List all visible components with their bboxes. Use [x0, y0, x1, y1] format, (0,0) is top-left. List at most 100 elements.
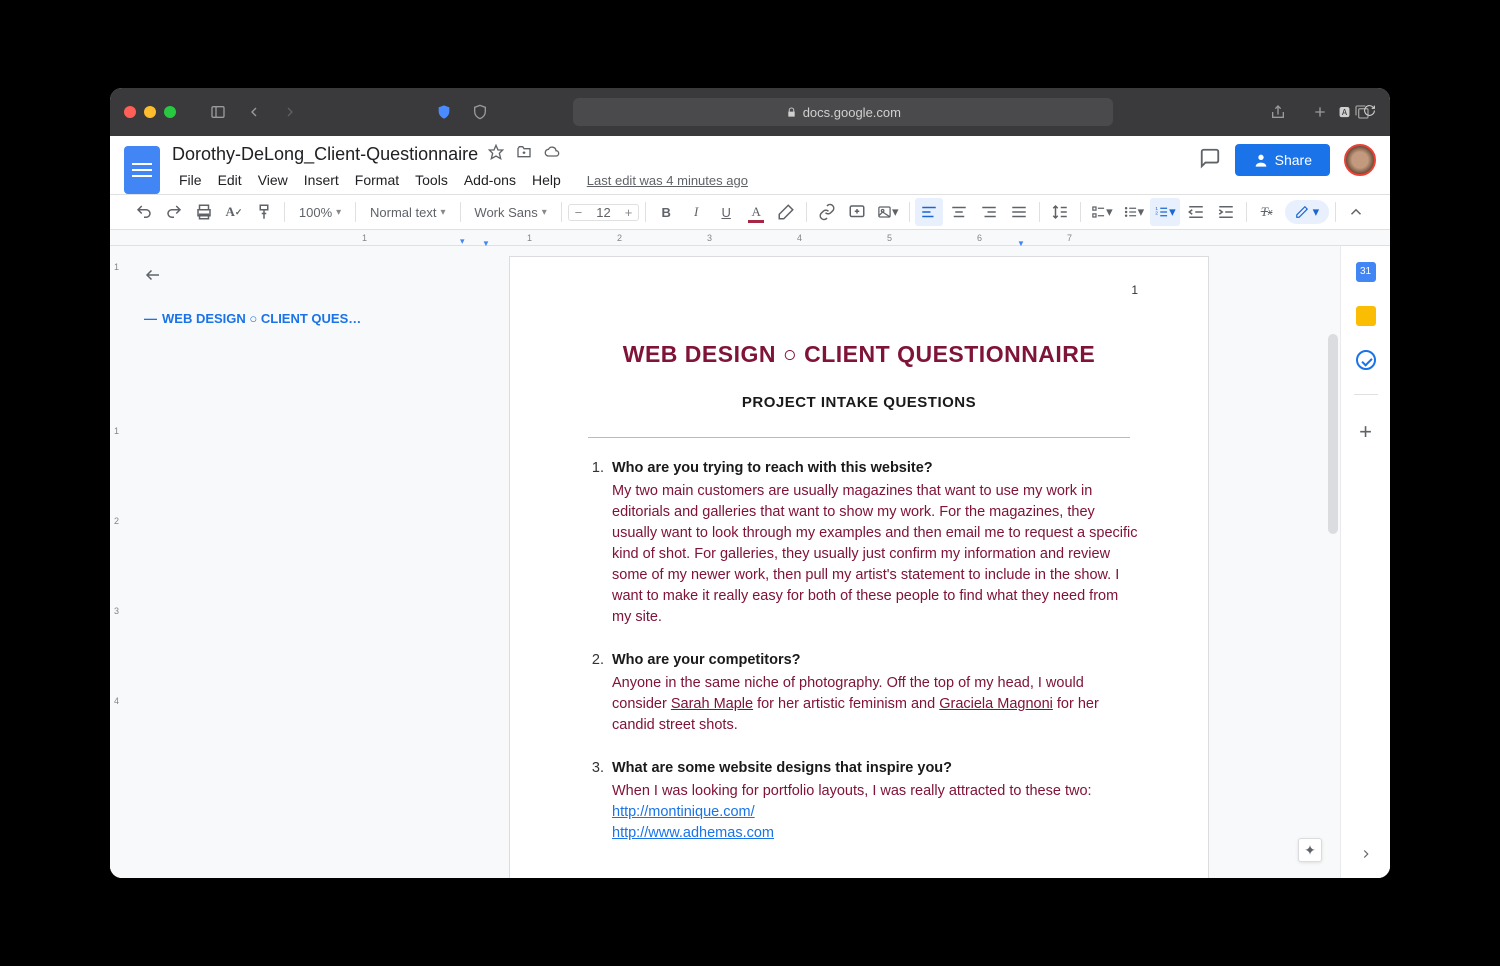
vertical-ruler[interactable]: 11234 [110, 246, 130, 878]
page-number: 1 [1131, 283, 1138, 297]
font-dropdown[interactable]: Work Sans [466, 205, 554, 220]
hide-sidepanel-icon[interactable] [1359, 847, 1373, 866]
checklist-button[interactable]: ▾ [1087, 198, 1117, 226]
collapse-toolbar-button[interactable] [1342, 198, 1370, 226]
reload-icon[interactable] [1363, 104, 1376, 120]
maximize-window-button[interactable] [164, 106, 176, 118]
vertical-scrollbar[interactable] [1328, 334, 1338, 534]
share-label: Share [1275, 152, 1312, 168]
align-right-button[interactable] [975, 198, 1003, 226]
horizontal-ruler[interactable]: 1 1 2 3 4 5 6 7 ▾ ▼ ▼ [110, 230, 1390, 246]
svg-text:2: 2 [1155, 210, 1158, 216]
text-link[interactable]: Graciela Magnoni [939, 696, 1053, 712]
outline-close-icon[interactable] [144, 266, 364, 289]
comment-button[interactable] [843, 198, 871, 226]
docs-logo-icon[interactable] [124, 146, 160, 194]
list-item[interactable]: What are some website designs that inspi… [608, 758, 1138, 844]
font-size-decrease[interactable]: − [569, 205, 589, 220]
question-text: Who are your competitors? [612, 650, 1138, 671]
menu-tools[interactable]: Tools [408, 169, 455, 191]
print-button[interactable] [190, 198, 218, 226]
menu-file[interactable]: File [172, 169, 209, 191]
address-bar[interactable]: docs.google.com 🅰 [573, 98, 1113, 126]
editing-mode-button[interactable]: ▾ [1285, 200, 1330, 224]
font-size-control: − 12 + [568, 204, 640, 221]
font-size-value[interactable]: 12 [588, 205, 618, 220]
bulleted-list-button[interactable]: ▾ [1119, 198, 1149, 226]
back-button[interactable] [240, 100, 268, 124]
align-justify-button[interactable] [1005, 198, 1033, 226]
answer-text: My two main customers are usually magazi… [612, 481, 1138, 628]
main-area: 11234 WEB DESIGN ○ CLIENT QUES… 1 WEB DE… [110, 246, 1390, 878]
indent-increase-button[interactable] [1212, 198, 1240, 226]
link-button[interactable] [813, 198, 841, 226]
answer-text: Anyone in the same niche of photography.… [612, 673, 1138, 736]
numbered-list-button[interactable]: 12▾ [1150, 198, 1180, 226]
explore-button[interactable]: ✦ [1298, 838, 1322, 862]
minimize-window-button[interactable] [144, 106, 156, 118]
calendar-icon[interactable]: 31 [1356, 262, 1376, 282]
menu-help[interactable]: Help [525, 169, 568, 191]
image-button[interactable]: ▾ [873, 198, 903, 226]
star-icon[interactable] [488, 144, 504, 165]
paint-format-button[interactable] [250, 198, 278, 226]
move-icon[interactable] [516, 144, 532, 165]
menubar: File Edit View Insert Format Tools Add-o… [172, 169, 1199, 191]
page: 1 WEB DESIGN ○ CLIENT QUESTIONNAIRE PROJ… [509, 256, 1209, 878]
comments-icon[interactable] [1199, 147, 1221, 174]
spellcheck-button[interactable]: A✓ [220, 198, 248, 226]
person-icon [1253, 152, 1269, 168]
new-tab-icon[interactable] [1306, 100, 1334, 124]
list-item[interactable]: Who are you trying to reach with this we… [608, 458, 1138, 628]
paragraph-style-dropdown[interactable]: Normal text [362, 205, 454, 220]
close-window-button[interactable] [124, 106, 136, 118]
text-link[interactable]: Sarah Maple [671, 696, 753, 712]
undo-button[interactable] [130, 198, 158, 226]
forward-button[interactable] [276, 100, 304, 124]
document-canvas[interactable]: 1 WEB DESIGN ○ CLIENT QUESTIONNAIRE PROJ… [378, 246, 1340, 878]
zoom-dropdown[interactable]: 100% [291, 205, 349, 220]
highlight-button[interactable] [772, 198, 800, 226]
clear-format-button[interactable]: Tx [1253, 198, 1281, 226]
docs-header: Dorothy-DeLong_Client-Questionnaire File… [110, 136, 1390, 194]
bold-button[interactable]: B [652, 198, 680, 226]
align-center-button[interactable] [945, 198, 973, 226]
translate-icon[interactable]: 🅰 [1339, 104, 1350, 120]
shield-icon[interactable] [430, 100, 458, 124]
companion-sidebar: 31 + [1340, 246, 1390, 878]
add-addon-icon[interactable]: + [1359, 419, 1372, 445]
browser-window: docs.google.com 🅰 Dorothy-DeLong_Client-… [110, 88, 1390, 878]
last-edit-text[interactable]: Last edit was 4 minutes ago [580, 170, 755, 191]
font-size-increase[interactable]: + [619, 205, 639, 220]
hyperlink[interactable]: http://www.adhemas.com [612, 823, 1138, 844]
underline-button[interactable]: U [712, 198, 740, 226]
text-color-button[interactable]: A [742, 198, 770, 226]
outline-heading-item[interactable]: WEB DESIGN ○ CLIENT QUES… [144, 305, 364, 332]
browser-chrome: docs.google.com 🅰 [110, 88, 1390, 136]
account-avatar[interactable] [1344, 144, 1376, 176]
list-item[interactable]: Who are your competitors? Anyone in the … [608, 650, 1138, 736]
question-text: Who are you trying to reach with this we… [612, 458, 1138, 479]
indent-decrease-button[interactable] [1182, 198, 1210, 226]
line-spacing-button[interactable] [1046, 198, 1074, 226]
redo-button[interactable] [160, 198, 188, 226]
hyperlink[interactable]: http://montinique.com/ [612, 802, 1138, 823]
keep-icon[interactable] [1356, 306, 1376, 326]
align-left-button[interactable] [915, 198, 943, 226]
heading-2[interactable]: PROJECT INTAKE QUESTIONS [580, 394, 1138, 411]
share-icon[interactable] [1264, 100, 1292, 124]
menu-view[interactable]: View [251, 169, 295, 191]
document-title[interactable]: Dorothy-DeLong_Client-Questionnaire [172, 144, 478, 165]
share-button[interactable]: Share [1235, 144, 1330, 176]
cloud-status-icon[interactable] [544, 144, 560, 165]
menu-insert[interactable]: Insert [297, 169, 346, 191]
menu-addons[interactable]: Add-ons [457, 169, 523, 191]
heading-1[interactable]: WEB DESIGN ○ CLIENT QUESTIONNAIRE [580, 341, 1138, 368]
tasks-icon[interactable] [1356, 350, 1376, 370]
sidebar-toggle-icon[interactable] [204, 100, 232, 124]
menu-format[interactable]: Format [348, 169, 406, 191]
privacy-icon[interactable] [466, 100, 494, 124]
italic-button[interactable]: I [682, 198, 710, 226]
toolbar: A✓ 100% Normal text Work Sans − 12 + B I… [110, 194, 1390, 230]
menu-edit[interactable]: Edit [211, 169, 249, 191]
